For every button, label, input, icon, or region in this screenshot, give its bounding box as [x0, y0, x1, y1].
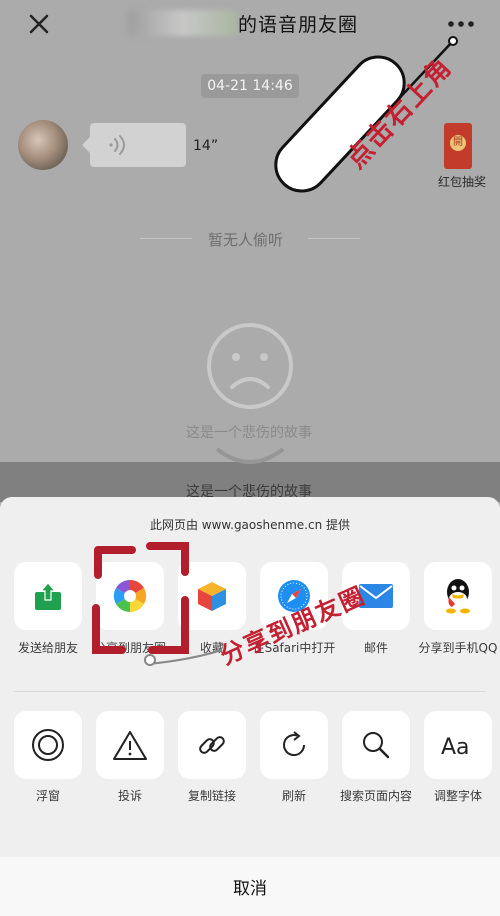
sad-face-icon — [207, 323, 293, 409]
blurred-username — [128, 10, 238, 36]
favorite-cube-icon — [198, 582, 226, 611]
svg-text:Aa: Aa — [441, 735, 470, 760]
share-to-qq-button[interactable] — [424, 562, 492, 630]
adjust-font-button[interactable]: Aa — [424, 711, 492, 779]
divider-right — [308, 238, 360, 239]
complain-button[interactable] — [96, 711, 164, 779]
close-icon — [29, 14, 49, 34]
float-window-button[interactable] — [14, 711, 82, 779]
no-listener-text: 暂无人偷听 — [208, 231, 284, 249]
voice-message-bubble[interactable] — [82, 123, 186, 167]
red-packet-label[interactable]: 红包抽奖 — [438, 173, 486, 190]
header-bar: 的语音朋友圈 — [0, 0, 500, 48]
close-button[interactable] — [22, 8, 56, 42]
voice-wave-icon — [109, 135, 125, 155]
sad-story-text: 这是一个悲伤的故事 — [186, 425, 312, 441]
divider-left — [140, 238, 192, 239]
refresh-icon — [283, 731, 306, 757]
more-dots-icon — [448, 21, 474, 27]
search-icon — [363, 732, 390, 759]
search-page-button[interactable] — [342, 711, 410, 779]
copy-link-button[interactable] — [178, 711, 246, 779]
red-packet-seal: 開 — [450, 135, 466, 151]
row-divider — [14, 691, 486, 692]
warning-icon — [113, 731, 147, 760]
float-window-icon — [32, 729, 64, 761]
send-to-friend-icon — [35, 582, 61, 610]
red-packet-button[interactable]: 開 — [444, 123, 472, 169]
provider-text: 此网页由 www.gaoshenme.cn 提供 — [149, 518, 351, 532]
favorite-button[interactable] — [178, 562, 246, 630]
page-title: 的语音朋友圈 — [238, 14, 359, 36]
refresh-button[interactable] — [260, 711, 328, 779]
send-to-friend-button[interactable] — [14, 562, 82, 630]
share-to-qq-label: 分享到手机QQ — [418, 641, 498, 655]
sad-face-ghost-icon — [215, 447, 285, 464]
more-button[interactable] — [442, 12, 482, 36]
share-to-moments-button[interactable] — [96, 562, 164, 630]
avatar[interactable] — [18, 120, 68, 170]
qq-icon — [446, 579, 470, 614]
timestamp-chip: 04-21 14:46 — [201, 74, 299, 98]
link-icon — [199, 736, 225, 754]
voice-duration: 14” — [193, 138, 219, 154]
cancel-button[interactable]: 取消 — [0, 874, 500, 899]
moments-icon — [113, 579, 147, 613]
adjust-font-label: 调整字体 — [433, 789, 482, 803]
font-size-icon: Aa — [441, 735, 470, 760]
